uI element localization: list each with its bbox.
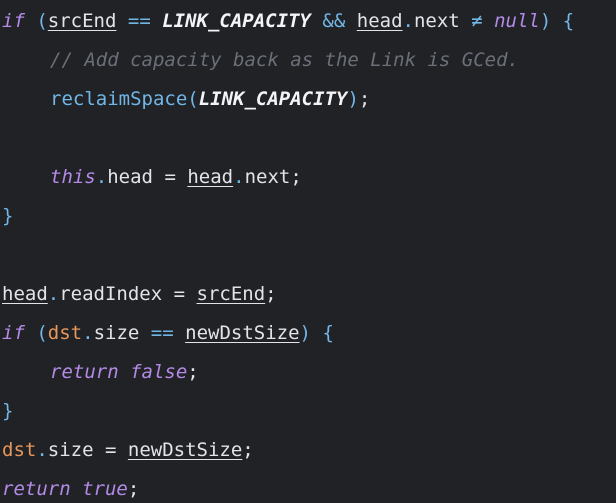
code-line-13[interactable]: return true; bbox=[0, 470, 616, 503]
code-line-6[interactable]: } bbox=[0, 197, 616, 236]
code-line-2[interactable]: // Add capacity back as the Link is GCed… bbox=[0, 41, 616, 80]
constant-link-capacity[interactable]: LINK_CAPACITY bbox=[162, 10, 311, 32]
keyword-if: if bbox=[2, 322, 25, 344]
parameter-dst[interactable]: dst bbox=[48, 322, 82, 344]
keyword-this: this bbox=[50, 166, 96, 188]
code-editor[interactable]: if (srcEnd == LINK_CAPACITY && head.next… bbox=[0, 0, 616, 503]
field-head[interactable]: head bbox=[107, 166, 153, 188]
field-size[interactable]: size bbox=[48, 439, 94, 461]
code-line-7[interactable] bbox=[0, 236, 616, 275]
operator-equals: == bbox=[150, 322, 174, 344]
parameter-dst[interactable]: dst bbox=[2, 439, 36, 461]
operator-equals: == bbox=[127, 10, 151, 32]
paren-open: ( bbox=[36, 322, 48, 344]
field-next[interactable]: next bbox=[414, 10, 460, 32]
variable-newDstSize[interactable]: newDstSize bbox=[185, 322, 299, 344]
code-line-4[interactable] bbox=[0, 119, 616, 158]
operator-not-equals: ≠ bbox=[471, 10, 483, 32]
dot: . bbox=[36, 439, 48, 461]
brace-close: } bbox=[2, 205, 14, 227]
operator-assign: = bbox=[173, 283, 186, 305]
code-comment: // Add capacity back as the Link is GCed… bbox=[50, 49, 519, 71]
semicolon: ; bbox=[187, 361, 199, 383]
dot: . bbox=[402, 10, 414, 32]
constant-link-capacity[interactable]: LINK_CAPACITY bbox=[199, 88, 348, 110]
field-next[interactable]: next bbox=[245, 166, 291, 188]
code-line-8[interactable]: head.readIndex = srcEnd; bbox=[0, 275, 616, 314]
semicolon: ; bbox=[265, 283, 277, 305]
variable-head[interactable]: head bbox=[187, 166, 233, 188]
code-line-11[interactable]: } bbox=[0, 392, 616, 431]
operator-assign: = bbox=[164, 166, 176, 188]
code-line-1[interactable]: if (srcEnd == LINK_CAPACITY && head.next… bbox=[0, 2, 616, 41]
keyword-return: return bbox=[50, 361, 119, 383]
code-line-12[interactable]: dst.size = newDstSize; bbox=[0, 431, 616, 470]
keyword-null: null bbox=[494, 10, 540, 32]
variable-srcEnd[interactable]: srcEnd bbox=[48, 10, 117, 32]
semicolon: ; bbox=[358, 88, 371, 110]
code-line-10[interactable]: return false; bbox=[0, 353, 616, 392]
keyword-true: true bbox=[82, 478, 128, 500]
dot: . bbox=[47, 283, 60, 305]
paren-close: ) bbox=[347, 88, 359, 110]
field-readIndex[interactable]: readIndex bbox=[59, 283, 162, 305]
dot: . bbox=[233, 166, 245, 188]
paren-open: ( bbox=[36, 10, 48, 32]
operator-and: && bbox=[322, 10, 346, 32]
semicolon: ; bbox=[127, 478, 140, 500]
variable-newDstSize[interactable]: newDstSize bbox=[128, 439, 242, 461]
dot: . bbox=[82, 322, 94, 344]
brace-open: { bbox=[322, 322, 334, 344]
variable-head[interactable]: head bbox=[357, 10, 403, 32]
keyword-false: false bbox=[130, 361, 188, 383]
paren-close: ) bbox=[539, 10, 552, 32]
brace-open: { bbox=[562, 10, 575, 32]
function-reclaimSpace[interactable]: reclaimSpace bbox=[50, 88, 187, 110]
dot: . bbox=[95, 166, 108, 188]
field-size[interactable]: size bbox=[94, 322, 140, 344]
variable-srcEnd[interactable]: srcEnd bbox=[197, 283, 266, 305]
code-line-9[interactable]: if (dst.size == newDstSize) { bbox=[0, 314, 616, 353]
code-line-5[interactable]: this.head = head.next; bbox=[0, 158, 616, 197]
keyword-return: return bbox=[2, 478, 71, 500]
paren-close: ) bbox=[299, 322, 311, 344]
operator-assign: = bbox=[105, 439, 117, 461]
variable-head[interactable]: head bbox=[2, 283, 48, 305]
semicolon: ; bbox=[290, 166, 302, 188]
semicolon: ; bbox=[242, 439, 254, 461]
code-line-3[interactable]: reclaimSpace(LINK_CAPACITY); bbox=[0, 80, 616, 119]
paren-open: ( bbox=[187, 88, 199, 110]
keyword-if: if bbox=[2, 10, 25, 32]
brace-close: } bbox=[2, 400, 14, 422]
